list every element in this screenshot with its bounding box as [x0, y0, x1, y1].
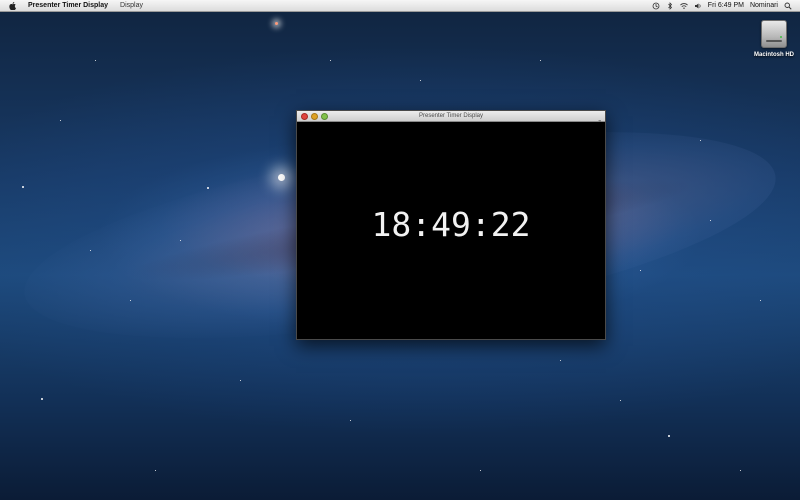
star — [740, 470, 741, 471]
timer-window: Presenter Timer Display 18:49:22 — [296, 110, 606, 340]
wifi-icon[interactable] — [679, 2, 688, 10]
star — [130, 300, 131, 301]
star — [560, 360, 561, 361]
star — [60, 120, 61, 121]
status-menus: Fri 6:49 PM Nominari — [652, 0, 792, 11]
menubar-user[interactable]: Nominari — [750, 0, 778, 11]
star — [710, 220, 711, 221]
star — [540, 60, 541, 61]
star — [640, 270, 641, 271]
star — [330, 60, 331, 61]
macintosh-hd-desktop-item[interactable]: Macintosh HD — [752, 20, 796, 58]
star — [480, 470, 481, 471]
close-button[interactable] — [301, 112, 308, 120]
menubar-clock[interactable]: Fri 6:49 PM — [708, 0, 744, 11]
timer-display-area: 18:49:22 — [297, 122, 605, 339]
star — [668, 435, 670, 437]
star — [700, 140, 701, 141]
star — [278, 174, 285, 181]
star — [155, 470, 156, 471]
star — [275, 22, 278, 25]
menu-bar: Presenter Timer Display Display Fri 6:49… — [0, 0, 800, 12]
fullscreen-icon[interactable] — [595, 113, 601, 126]
app-menu-name[interactable]: Presenter Timer Display — [28, 0, 108, 11]
drive-label: Macintosh HD — [753, 52, 794, 58]
desktop: Presenter Timer Display Display Fri 6:49… — [0, 0, 800, 500]
menu-display[interactable]: Display — [120, 0, 143, 11]
bluetooth-icon[interactable] — [666, 1, 674, 10]
star — [41, 398, 43, 400]
apple-icon[interactable] — [8, 1, 16, 10]
star — [95, 60, 96, 61]
star — [420, 80, 421, 81]
zoom-button[interactable] — [321, 112, 328, 120]
star — [620, 400, 621, 401]
star — [90, 250, 91, 251]
hard-drive-icon[interactable] — [761, 20, 787, 48]
window-title: Presenter Timer Display — [418, 113, 484, 119]
star — [22, 186, 24, 188]
volume-icon[interactable] — [694, 2, 702, 10]
spotlight-search-icon[interactable] — [784, 2, 792, 10]
time-machine-icon[interactable] — [652, 2, 660, 10]
star — [180, 240, 181, 241]
window-titlebar[interactable]: Presenter Timer Display — [297, 111, 605, 126]
window-controls — [301, 112, 328, 120]
star — [350, 420, 351, 421]
minimize-button[interactable] — [311, 112, 318, 120]
star — [760, 300, 761, 301]
timer-readout: 18:49:22 — [371, 205, 531, 244]
star — [240, 380, 241, 381]
star — [207, 187, 209, 189]
